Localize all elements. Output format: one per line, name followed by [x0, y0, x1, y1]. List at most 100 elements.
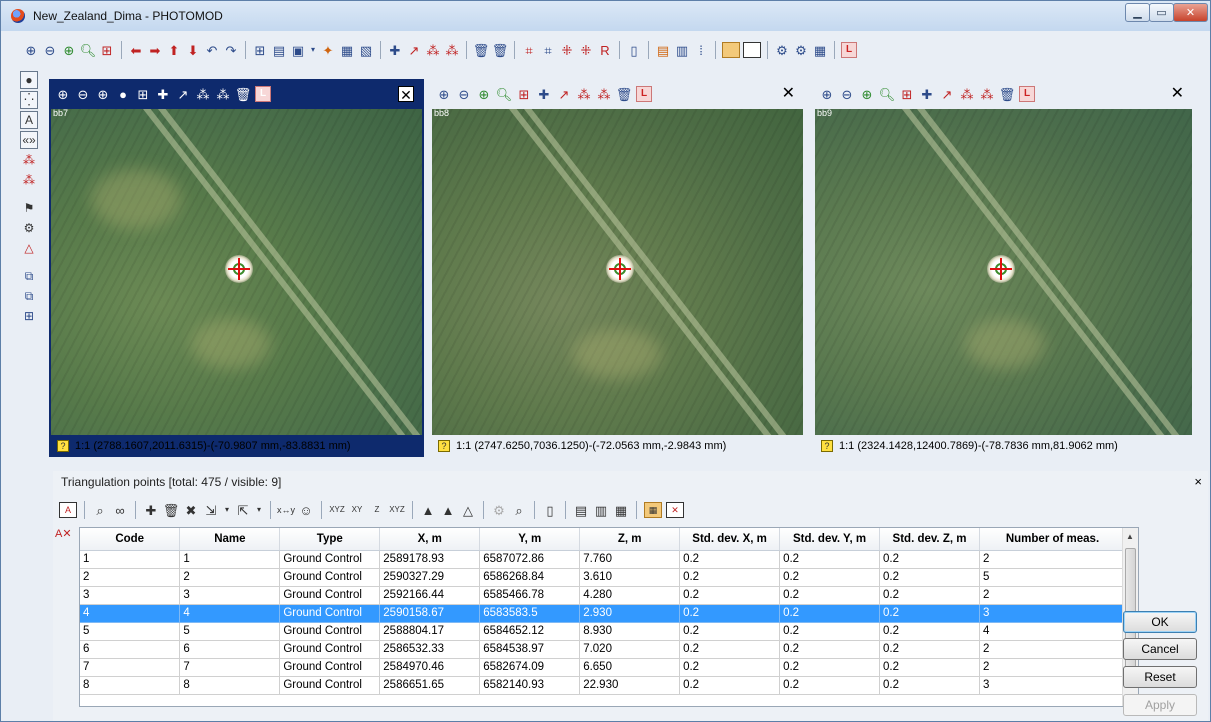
- points-alt-icon[interactable]: ⁂: [979, 86, 995, 102]
- measure-point-icon[interactable]: ↗: [406, 42, 422, 58]
- column-header[interactable]: Type: [279, 528, 381, 551]
- measure-point-icon[interactable]: ↗: [175, 86, 191, 102]
- minimize-button[interactable]: ▁: [1125, 3, 1150, 22]
- panel-alt-icon[interactable]: ▥: [674, 42, 690, 58]
- delete-point-icon[interactable]: 🗑︎: [163, 502, 180, 518]
- settings-icon[interactable]: ⚙: [491, 502, 507, 518]
- matrix-icon[interactable]: ⌗: [521, 42, 537, 58]
- zoom-in-icon[interactable]: ⊕: [55, 86, 71, 102]
- zoom-icon[interactable]: 🔍︎: [879, 86, 896, 102]
- xyz-alt-icon[interactable]: XYZ: [389, 502, 405, 518]
- add-point-icon[interactable]: ✚: [387, 42, 403, 58]
- table-row[interactable]: 3 3 Ground Control 2592166.44 6585466.78 4.28…: [80, 586, 1126, 605]
- cross-target-icon[interactable]: ⊞: [99, 42, 115, 58]
- add-point-icon[interactable]: ✚: [155, 86, 171, 102]
- points-alt-icon[interactable]: ⁂: [596, 86, 612, 102]
- report-icon[interactable]: R: [597, 42, 613, 58]
- zoom-icon[interactable]: ●: [115, 86, 131, 102]
- single-window-icon[interactable]: [722, 42, 740, 58]
- l-icon[interactable]: L: [1019, 86, 1035, 102]
- table-row[interactable]: 1 1 Ground Control 2589178.93 6587072.86 7.76…: [80, 550, 1126, 569]
- z-icon[interactable]: Z: [369, 502, 385, 518]
- dropdown-arrow-icon[interactable]: ▾: [255, 502, 263, 518]
- add-point-icon[interactable]: ✚: [143, 502, 159, 518]
- close-view-icon[interactable]: ✕: [666, 502, 684, 518]
- dropdown-arrow-icon[interactable]: ▾: [309, 42, 317, 58]
- measure-point-icon[interactable]: ↗: [556, 86, 572, 102]
- zoom-out-icon[interactable]: ⊖: [42, 42, 58, 58]
- undo-icon[interactable]: ↶: [204, 42, 220, 58]
- column-header[interactable]: Z, m: [579, 528, 681, 551]
- gear-cluster-icon[interactable]: ⚙: [20, 219, 38, 237]
- points-icon[interactable]: ⁂: [576, 86, 592, 102]
- marker-icon[interactable]: ⚑: [20, 199, 38, 217]
- window-alt-icon[interactable]: ⧉: [20, 287, 38, 305]
- search-icon[interactable]: ⌕: [511, 502, 527, 518]
- l-icon[interactable]: L: [255, 86, 271, 102]
- zoom-fit-icon[interactable]: ⊕: [859, 86, 875, 102]
- points-icon[interactable]: ⁂: [959, 86, 975, 102]
- grid-icon[interactable]: ⊞: [252, 42, 268, 58]
- measure-point-icon[interactable]: ↗: [939, 86, 955, 102]
- user-icon[interactable]: ☺: [298, 502, 314, 518]
- points-alt-icon[interactable]: ⁂: [215, 86, 231, 102]
- delete-point-icon[interactable]: 🗑︎: [473, 42, 490, 58]
- zoom-in-icon[interactable]: ⊕: [819, 86, 835, 102]
- point-mode-alt-icon[interactable]: ⁛: [20, 91, 38, 109]
- image-icon[interactable]: ▧: [358, 42, 374, 58]
- import-icon[interactable]: ⇲: [203, 502, 219, 518]
- reset-button[interactable]: Reset: [1123, 666, 1197, 688]
- table-row[interactable]: 7 7 Ground Control 2584970.46 6582674.09 6.65…: [80, 658, 1126, 677]
- zoom-icon[interactable]: 🔍︎: [496, 86, 513, 102]
- cancel-button[interactable]: Cancel: [1123, 638, 1197, 660]
- table-row[interactable]: 8 8 Ground Control 2586651.65 6582140.93 22.9…: [80, 676, 1126, 695]
- close-pane-icon[interactable]: ✕: [782, 86, 795, 102]
- zoom-fit-icon[interactable]: ⊕: [95, 86, 111, 102]
- point-mode-icon[interactable]: ●: [20, 71, 38, 89]
- report-icon[interactable]: ▤: [573, 502, 589, 518]
- zoom-in-icon[interactable]: ⊕: [23, 42, 39, 58]
- arrow-right-icon[interactable]: ➡: [147, 42, 163, 58]
- aerial-image[interactable]: bb9: [815, 109, 1192, 435]
- xy-icon[interactable]: XY: [349, 502, 365, 518]
- column-header[interactable]: Name: [179, 528, 281, 551]
- cross-target-icon[interactable]: ⊞: [516, 86, 532, 102]
- document-icon[interactable]: ▯: [626, 42, 642, 58]
- table-row[interactable]: 6 6 Ground Control 2586532.33 6584538.97 7.02…: [80, 640, 1126, 659]
- table-row[interactable]: 5 5 Ground Control 2588804.17 6584652.12 8.93…: [80, 622, 1126, 641]
- delete-point-icon[interactable]: 🗑︎: [999, 86, 1016, 102]
- binoculars-icon[interactable]: ∞: [112, 502, 128, 518]
- points-alt-icon[interactable]: ⁂: [444, 42, 460, 58]
- close-pane-icon[interactable]: ✕: [398, 86, 414, 103]
- close-pane-icon[interactable]: ✕: [1171, 86, 1184, 102]
- column-header[interactable]: Std. dev. X, m: [679, 528, 781, 551]
- column-header[interactable]: Number of meas.: [979, 528, 1126, 551]
- run-icon[interactable]: ▦: [812, 42, 828, 58]
- zoom-icon[interactable]: 🔍︎: [80, 42, 97, 58]
- column-settings-icon[interactable]: A✕: [55, 527, 72, 543]
- dual-window-icon[interactable]: [743, 42, 761, 58]
- points-filter-alt-icon[interactable]: ⁂: [20, 171, 38, 189]
- points-icon[interactable]: ⁂: [425, 42, 441, 58]
- point-type-icon[interactable]: A: [59, 502, 77, 518]
- lightning-icon[interactable]: ✦: [320, 42, 336, 58]
- maximize-button[interactable]: ▭: [1149, 3, 1174, 22]
- image-pane-1[interactable]: ⊕ ⊖ ⊕ ● ⊞ ✚ ↗ ⁂ ⁂ 🗑︎ L ✕ bb7 ? 1:1 (2788…: [49, 79, 424, 457]
- cross-target-icon[interactable]: ⊞: [135, 86, 151, 102]
- scroll-up-icon[interactable]: ▲: [1126, 532, 1134, 541]
- zoom-out-icon[interactable]: ⊖: [456, 86, 472, 102]
- zoom-fit-icon[interactable]: ⊕: [476, 86, 492, 102]
- stack-icon[interactable]: ▦: [339, 42, 355, 58]
- delete-point-icon[interactable]: 🗑︎: [616, 86, 633, 102]
- toggle-view-icon[interactable]: ▦: [644, 502, 662, 518]
- triangle-points-icon[interactable]: △: [20, 239, 38, 257]
- arrow-left-icon[interactable]: ⬅: [128, 42, 144, 58]
- dropdown-arrow-icon[interactable]: ▾: [223, 502, 231, 518]
- l-icon[interactable]: L: [636, 86, 652, 102]
- column-header[interactable]: Std. dev. Y, m: [779, 528, 881, 551]
- image-pane-3[interactable]: ⊕ ⊖ ⊕ 🔍︎ ⊞ ✚ ↗ ⁂ ⁂ 🗑︎ L ✕ bb9 ? 1:1 (232…: [813, 79, 1194, 457]
- column-header[interactable]: Std. dev. Z, m: [879, 528, 980, 551]
- swap-xy-icon[interactable]: x↔y: [277, 502, 295, 518]
- redo-icon[interactable]: ↷: [223, 42, 239, 58]
- settings-alt-icon[interactable]: ⚙: [793, 42, 809, 58]
